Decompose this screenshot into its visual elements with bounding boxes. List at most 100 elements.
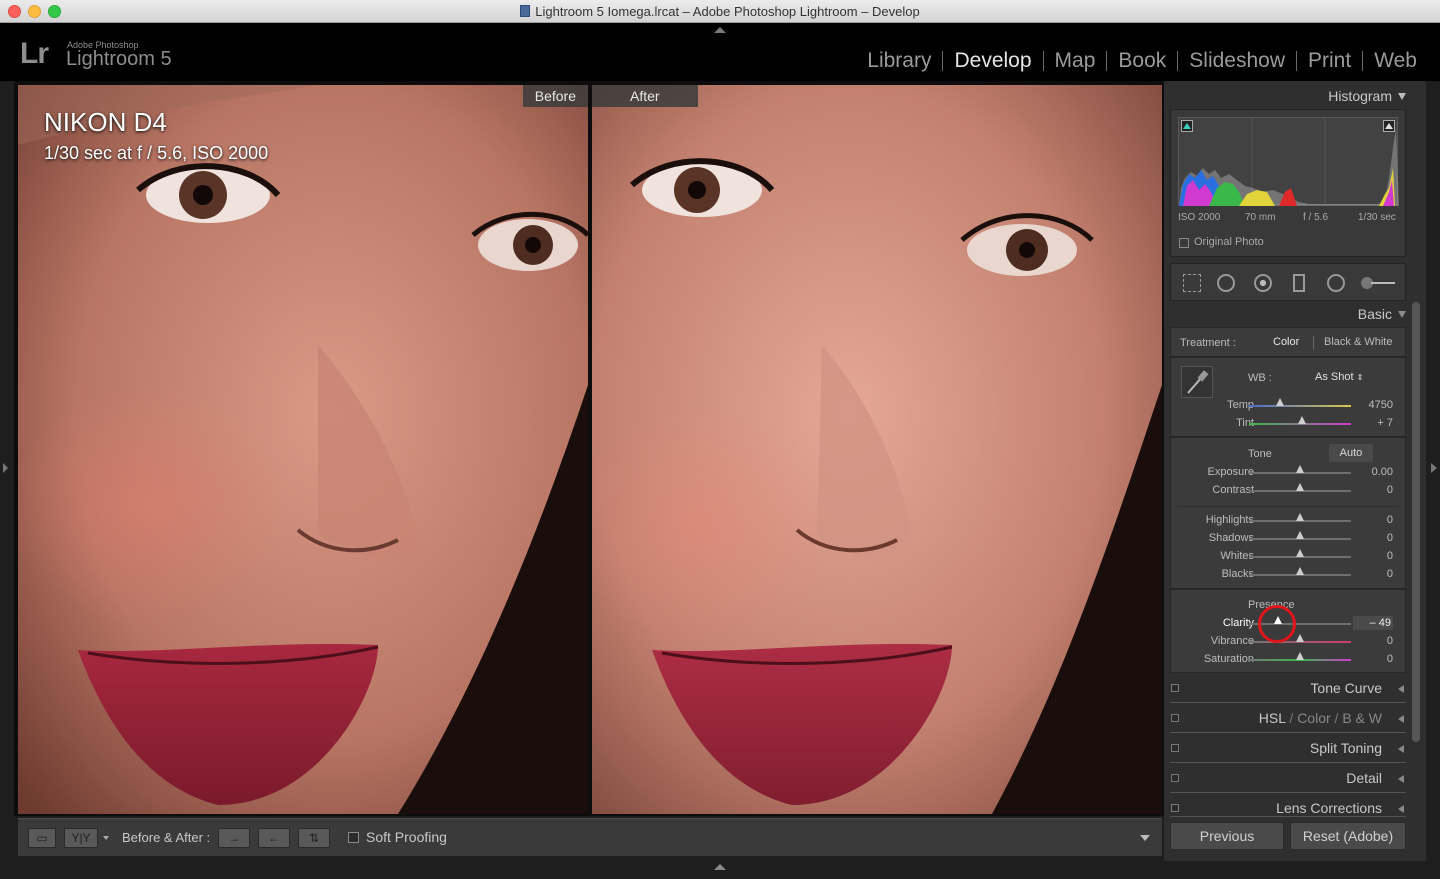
panel-toggle-switch[interactable] (1171, 684, 1179, 692)
module-book[interactable]: Book (1107, 49, 1177, 73)
panel-toggle-switch[interactable] (1171, 714, 1179, 722)
module-picker: Library Develop Map Book Slideshow Print… (856, 49, 1428, 73)
before-after-label: Before & After : (122, 830, 211, 845)
loupe-view-button[interactable]: ▭ (28, 828, 56, 848)
swap-before-after-button[interactable]: ⇅ (298, 828, 330, 848)
copy-after-to-before-button[interactable]: ← (258, 828, 290, 848)
basic-header[interactable]: Basic (1170, 306, 1406, 322)
spot-removal-tool-icon[interactable] (1217, 274, 1235, 292)
reset-button[interactable]: Reset (Adobe) (1290, 822, 1406, 850)
exposure-value[interactable]: 0.00 (1353, 466, 1393, 478)
module-library[interactable]: Library (856, 49, 942, 73)
highlight-clipping-toggle[interactable] (1383, 120, 1395, 132)
red-eye-tool-icon[interactable] (1254, 274, 1272, 292)
saturation-slider-thumb[interactable] (1296, 652, 1304, 660)
hsl-panel-header[interactable]: HSL / Color / B & W (1170, 705, 1406, 733)
temp-slider-track[interactable] (1249, 405, 1351, 407)
auto-tone-button[interactable]: Auto (1329, 444, 1373, 462)
module-web[interactable]: Web (1363, 49, 1428, 73)
split-toning-panel-header[interactable]: Split Toning (1170, 735, 1406, 763)
histogram-graph[interactable] (1178, 117, 1399, 206)
whites-value[interactable]: 0 (1353, 550, 1393, 562)
crop-tool-icon[interactable] (1183, 274, 1201, 292)
view-mode-dropdown-icon[interactable] (103, 836, 109, 840)
treatment-color-option[interactable]: Color (1273, 336, 1299, 348)
highlights-slider-thumb[interactable] (1296, 513, 1304, 521)
contrast-slider-thumb[interactable] (1296, 483, 1304, 491)
module-print[interactable]: Print (1297, 49, 1362, 73)
tint-slider-thumb[interactable] (1298, 416, 1307, 424)
graduated-filter-tool-icon[interactable] (1293, 274, 1305, 292)
contrast-value[interactable]: 0 (1353, 484, 1393, 496)
eyedropper-icon (1187, 370, 1209, 394)
expand-right-edge-icon[interactable] (1431, 463, 1437, 473)
module-slideshow[interactable]: Slideshow (1178, 49, 1296, 73)
tone-curve-title: Tone Curve (1310, 680, 1382, 696)
right-panel-scrollbar[interactable] (1412, 302, 1420, 742)
expand-triangle-icon (1398, 805, 1404, 813)
lens-corrections-panel-header[interactable]: Lens Corrections (1170, 795, 1406, 817)
temp-slider-thumb[interactable] (1275, 398, 1284, 406)
treatment-row: Treatment : Color Black & White (1170, 327, 1406, 357)
bw-tab[interactable]: B & W (1342, 710, 1382, 726)
shadows-value[interactable]: 0 (1353, 532, 1393, 544)
shadows-slider-thumb[interactable] (1296, 531, 1304, 539)
detail-panel-header[interactable]: Detail (1170, 765, 1406, 793)
lr-logo: Lr (20, 37, 49, 70)
expand-left-panel-icon[interactable] (3, 463, 8, 473)
whites-slider-thumb[interactable] (1296, 549, 1304, 557)
histogram-panel: ISO 2000 70 mm f / 5.6 1/30 sec Original… (1170, 109, 1406, 257)
clarity-label: Clarity (1222, 617, 1254, 629)
wb-preset-select[interactable]: As Shot ⇕ (1315, 371, 1363, 383)
hsl-tab[interactable]: HSL (1259, 710, 1286, 726)
original-photo-checkbox[interactable] (1179, 238, 1189, 248)
collapse-top-panel-icon[interactable] (714, 27, 726, 33)
panel-toggle-switch[interactable] (1171, 774, 1179, 782)
tint-value[interactable]: + 7 (1353, 417, 1393, 429)
panel-toggle-switch[interactable] (1171, 804, 1179, 812)
shadow-clipping-toggle[interactable] (1181, 120, 1193, 132)
expand-filmstrip-icon[interactable] (714, 864, 726, 870)
histogram-header[interactable]: Histogram (1170, 88, 1406, 104)
updown-icon: ⇕ (1356, 373, 1364, 382)
panel-toggle-switch[interactable] (1171, 744, 1179, 752)
clarity-value[interactable]: – 49 (1353, 616, 1393, 630)
before-photo[interactable]: NIKON D4 1/30 sec at f / 5.6, ISO 2000 B… (18, 85, 588, 814)
tool-strip (1170, 263, 1406, 301)
blacks-value[interactable]: 0 (1353, 568, 1393, 580)
copy-before-to-after-button[interactable]: → (218, 828, 250, 848)
histogram-shutter: 1/30 sec (1358, 212, 1396, 223)
detail-title: Detail (1346, 770, 1382, 786)
tone-curve-panel-header[interactable]: Tone Curve (1170, 675, 1406, 703)
before-label: Before (522, 85, 588, 107)
expand-triangle-icon (1398, 685, 1404, 693)
histogram-aperture: f / 5.6 (1303, 212, 1329, 223)
vibrance-label: Vibrance (1210, 635, 1254, 647)
highlights-value[interactable]: 0 (1353, 514, 1393, 526)
vibrance-slider-thumb[interactable] (1296, 634, 1304, 642)
previous-button[interactable]: Previous (1170, 822, 1284, 850)
vibrance-value[interactable]: 0 (1353, 635, 1393, 647)
blacks-slider-thumb[interactable] (1296, 567, 1304, 575)
wb-eyedropper-button[interactable] (1181, 366, 1213, 398)
module-map[interactable]: Map (1044, 49, 1107, 73)
collapse-triangle-icon (1398, 311, 1406, 318)
window-title-text: Lightroom 5 Iomega.lrcat – Adobe Photosh… (535, 4, 920, 19)
adjustment-brush-tool-icon[interactable] (1361, 274, 1397, 292)
highlights-label: Highlights (1205, 514, 1254, 526)
module-develop[interactable]: Develop (943, 49, 1042, 73)
temp-value[interactable]: 4750 (1353, 399, 1393, 411)
exposure-slider-thumb[interactable] (1296, 465, 1304, 473)
toolbar-options-dropdown-icon[interactable] (1140, 835, 1150, 841)
saturation-value[interactable]: 0 (1353, 653, 1393, 665)
hsl-title: HSL / Color / B & W (1258, 710, 1382, 726)
treatment-bw-option[interactable]: Black & White (1324, 336, 1392, 348)
before-after-view-button[interactable]: Y|Y (64, 828, 98, 848)
color-tab[interactable]: Color (1297, 710, 1330, 726)
radial-filter-tool-icon[interactable] (1327, 274, 1345, 292)
after-photo[interactable]: After (592, 85, 1162, 814)
expand-triangle-icon (1398, 715, 1404, 723)
tint-label: Tint (1236, 417, 1254, 429)
blacks-label: Blacks (1221, 568, 1254, 580)
soft-proofing-checkbox[interactable] (348, 832, 359, 843)
